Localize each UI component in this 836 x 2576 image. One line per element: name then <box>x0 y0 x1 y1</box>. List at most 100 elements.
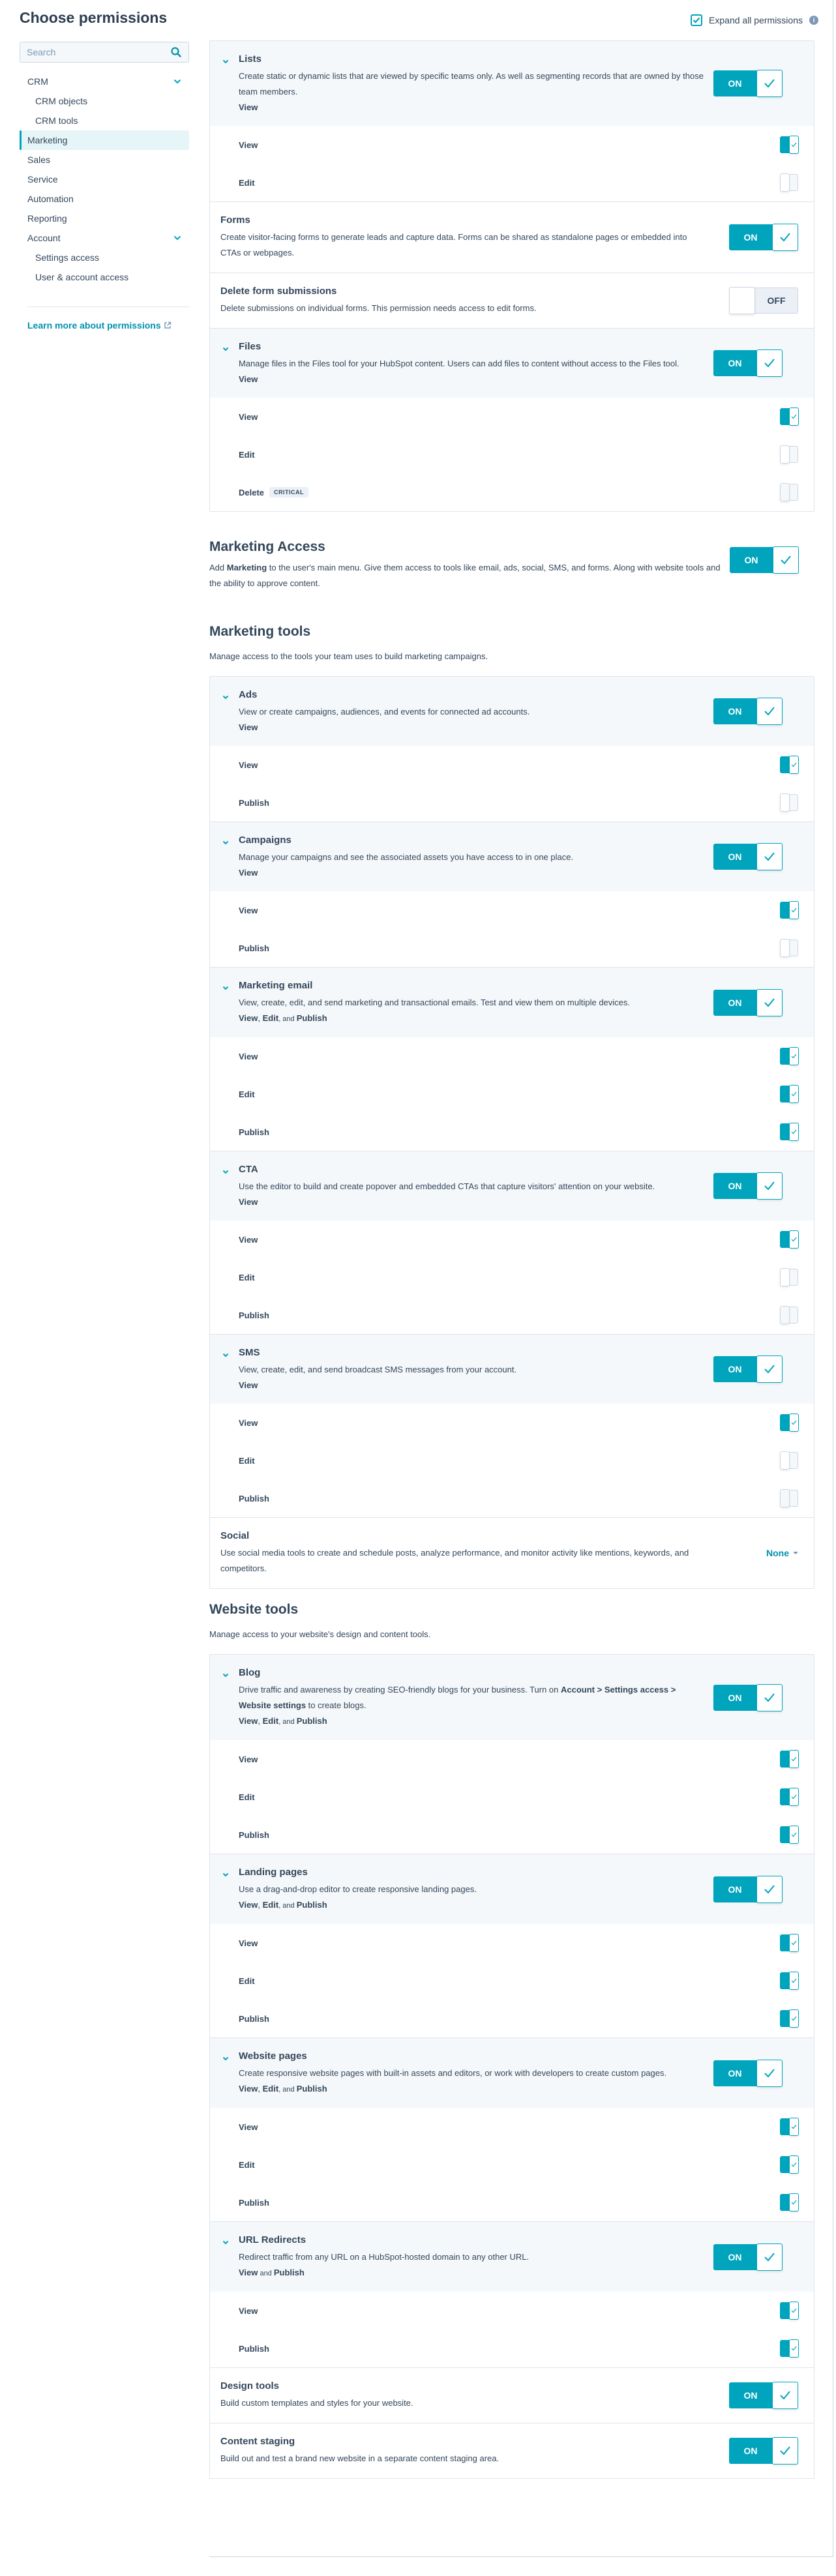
sub-permission-row: View <box>210 746 814 784</box>
group-header: CTA Use the editor to build and create p… <box>210 1151 814 1221</box>
sidebar-item-account[interactable]: Account <box>20 228 189 248</box>
sms-view-toggle[interactable] <box>780 1414 799 1432</box>
blog-toggle[interactable]: ON <box>713 1683 783 1711</box>
lists-edit-toggle[interactable] <box>780 173 798 192</box>
info-icon[interactable]: i <box>809 16 818 25</box>
permission-title[interactable]: Marketing email <box>239 979 736 992</box>
campaigns-view-toggle[interactable] <box>780 901 799 919</box>
sms-toggle[interactable]: ON <box>713 1355 783 1383</box>
marketing-email-publish-toggle[interactable] <box>780 1123 799 1141</box>
lists-view-toggle[interactable] <box>780 136 799 154</box>
permission-title[interactable]: SMS <box>239 1346 736 1359</box>
marketing-email-toggle[interactable]: ON <box>713 988 783 1016</box>
permission-summary: View, Edit, and Publish <box>239 1013 327 1023</box>
sms-edit-toggle[interactable] <box>780 1451 798 1470</box>
permission-title[interactable]: Website pages <box>239 2050 736 2063</box>
forms-toggle[interactable]: ON <box>729 224 798 251</box>
files-view-toggle[interactable] <box>780 407 799 426</box>
landing-pages-publish-toggle[interactable] <box>780 2009 799 2028</box>
chevron-down-icon[interactable] <box>222 1873 229 1877</box>
sidebar-item-automation[interactable]: Automation <box>20 189 189 209</box>
permission-title[interactable]: Files <box>239 340 736 353</box>
files-edit-toggle[interactable] <box>780 445 798 464</box>
ads-toggle[interactable]: ON <box>713 698 783 725</box>
ads-view-toggle[interactable] <box>780 756 799 774</box>
marketing-email-view-toggle[interactable] <box>780 1047 799 1065</box>
cta-view-toggle[interactable] <box>780 1230 799 1249</box>
chevron-down-icon[interactable] <box>173 79 181 84</box>
expand-all-permissions[interactable]: Expand all permissions i <box>691 14 818 26</box>
permission-title[interactable]: Campaigns <box>239 834 736 847</box>
website-pages-edit-toggle[interactable] <box>780 2155 799 2174</box>
chevron-down-icon[interactable] <box>222 1170 229 1174</box>
cta-edit-toggle[interactable] <box>780 1268 798 1286</box>
ads-publish-toggle[interactable] <box>780 793 798 812</box>
sub-permission-label: View <box>239 1051 258 1061</box>
permission-description: Delete submissions on individual forms. … <box>220 303 537 313</box>
marketing-access-toggle[interactable]: ON <box>730 546 799 574</box>
landing-pages-edit-toggle[interactable] <box>780 1972 799 1990</box>
website-pages-toggle[interactable]: ON <box>713 2059 783 2087</box>
search-input[interactable] <box>27 47 170 57</box>
sidebar-item-crm-tools[interactable]: CRM tools <box>20 111 189 130</box>
social-access-dropdown[interactable]: None <box>766 1548 798 1558</box>
marketing-email-edit-toggle[interactable] <box>780 1085 799 1103</box>
toggle-knob <box>729 287 755 314</box>
checkmark-icon <box>791 1794 797 1799</box>
sidebar-item-settings-access[interactable]: Settings access <box>20 248 189 267</box>
search-box[interactable] <box>20 42 189 63</box>
blog-edit-toggle[interactable] <box>780 1788 799 1806</box>
blog-view-toggle[interactable] <box>780 1750 799 1768</box>
checkmark-icon <box>764 1693 775 1702</box>
sidebar-item-service[interactable]: Service <box>20 170 189 189</box>
expand-all-checkbox[interactable] <box>691 14 703 26</box>
permission-title[interactable]: Ads <box>239 688 736 702</box>
chevron-down-icon[interactable] <box>222 1353 229 1357</box>
permission-title[interactable]: Landing pages <box>239 1866 736 1879</box>
sidebar-item-crm[interactable]: CRM <box>20 72 189 91</box>
chevron-down-icon[interactable] <box>222 2056 229 2061</box>
permission-title[interactable]: URL Redirects <box>239 2234 736 2247</box>
chevron-down-icon[interactable] <box>222 2240 229 2245</box>
chevron-down-icon[interactable] <box>222 695 229 700</box>
sidebar-item-crm-objects[interactable]: CRM objects <box>20 91 189 111</box>
website-pages-publish-toggle[interactable] <box>780 2193 799 2212</box>
campaigns-publish-toggle[interactable] <box>780 939 798 957</box>
toggle-knob <box>780 1306 790 1324</box>
permission-title[interactable]: Blog <box>239 1666 736 1680</box>
toggle-knob <box>789 136 799 154</box>
chevron-down-icon[interactable] <box>222 986 229 990</box>
lists-toggle[interactable]: ON <box>713 70 783 97</box>
chevron-down-icon[interactable] <box>222 347 229 351</box>
sidebar-item-sales[interactable]: Sales <box>20 150 189 170</box>
toggle-knob <box>780 939 790 957</box>
search-icon[interactable] <box>170 46 182 58</box>
checkmark-icon <box>791 1237 797 1242</box>
campaigns-toggle[interactable]: ON <box>713 843 783 870</box>
chevron-down-icon[interactable] <box>222 1673 229 1678</box>
sidebar-item-user-account-access[interactable]: User & account access <box>20 267 189 287</box>
sidebar-item-reporting[interactable]: Reporting <box>20 209 189 228</box>
landing-pages-view-toggle[interactable] <box>780 1934 799 1952</box>
landing-pages-toggle[interactable]: ON <box>713 1875 783 1903</box>
files-toggle[interactable]: ON <box>713 349 783 377</box>
chevron-down-icon[interactable] <box>222 840 229 845</box>
chevron-down-icon[interactable] <box>173 235 181 241</box>
sidebar-item-marketing[interactable]: Marketing <box>20 130 189 150</box>
permission-title[interactable]: Lists <box>239 53 736 66</box>
content-staging-toggle[interactable]: ON <box>729 2437 798 2465</box>
permission-description: Build custom templates and styles for yo… <box>220 2398 413 2408</box>
blog-publish-toggle[interactable] <box>780 1826 799 1844</box>
chevron-down-icon[interactable] <box>222 59 229 64</box>
toggle-knob <box>780 1268 790 1286</box>
url-redirects-toggle[interactable]: ON <box>713 2243 783 2271</box>
delete-form-submissions-toggle[interactable]: OFF <box>729 287 798 314</box>
url-redirects-view-toggle[interactable] <box>780 2302 799 2320</box>
url-redirects-publish-toggle[interactable] <box>780 2339 799 2358</box>
permission-row-social: Social Use social media tools to create … <box>210 1517 814 1588</box>
permission-title[interactable]: CTA <box>239 1163 736 1176</box>
learn-more-link[interactable]: Learn more about permissions <box>27 320 189 331</box>
website-pages-view-toggle[interactable] <box>780 2118 799 2136</box>
design-tools-toggle[interactable]: ON <box>729 2382 798 2409</box>
cta-toggle[interactable]: ON <box>713 1172 783 1200</box>
